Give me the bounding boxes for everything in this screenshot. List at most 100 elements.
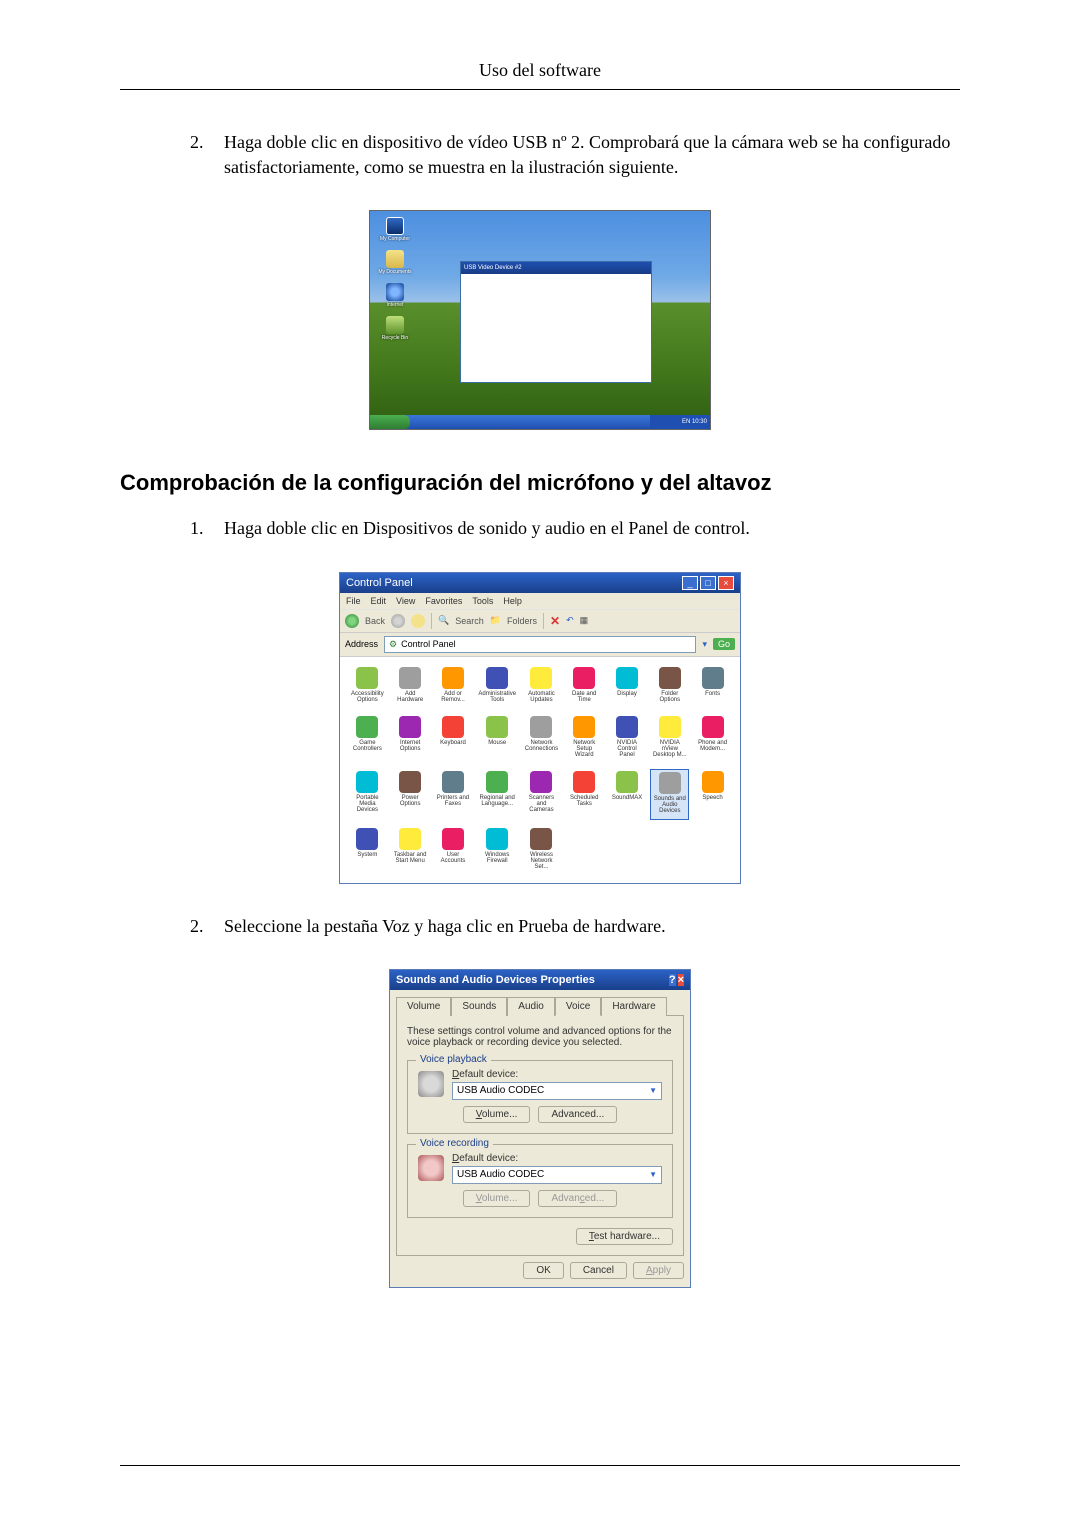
- control-panel-item: SoundMAX: [608, 769, 647, 820]
- control-panel-item-icon: [616, 667, 638, 689]
- recording-default-label: Default device:: [452, 1153, 662, 1164]
- control-panel-item-label: Power Options: [393, 795, 428, 807]
- control-panel-item-icon: [702, 771, 724, 793]
- desktop-icon-recycle: Recycle Bin: [375, 316, 415, 341]
- control-panel-item: User Accounts: [434, 826, 473, 875]
- folder-icon: [386, 250, 404, 268]
- figure-xp-desktop: My Computer My Documents Internet Recycl…: [120, 210, 960, 430]
- close-icon: ×: [678, 974, 684, 986]
- playback-device-value: USB Audio CODEC: [457, 1085, 544, 1096]
- speaker-icon: [418, 1071, 444, 1097]
- control-panel-item: Game Controllers: [348, 714, 387, 763]
- start-button: [370, 415, 410, 429]
- sounds-dialog-title: Sounds and Audio Devices Properties: [396, 974, 595, 986]
- address-field: ⚙ Control Panel: [384, 636, 696, 653]
- control-panel-item-label: Speech: [702, 795, 722, 801]
- control-panel-item: Administrative Tools: [476, 665, 518, 708]
- dropdown-icon: ▾: [702, 639, 707, 650]
- control-panel-item: Speech: [693, 769, 732, 820]
- sounds-dialog-tabs: Volume Sounds Audio Voice Hardware: [390, 990, 690, 1015]
- control-panel-item: Network Connections: [522, 714, 561, 763]
- control-panel-item: NVIDIA nView Desktop M...: [650, 714, 689, 763]
- recording-volume-button[interactable]: Volume...: [463, 1190, 531, 1207]
- microphone-icon: [418, 1155, 444, 1181]
- recording-device-value: USB Audio CODEC: [457, 1169, 544, 1180]
- control-panel-item-icon: [530, 771, 552, 793]
- xp-window-title: USB Video Device #2: [461, 262, 651, 274]
- control-panel-item-label: Game Controllers: [350, 740, 385, 752]
- control-panel-item-icon: [530, 828, 552, 850]
- control-panel-item: Printers and Faxes: [434, 769, 473, 820]
- xp-properties-window: USB Video Device #2: [460, 261, 652, 383]
- desktop-icon-my-computer: My Computer: [375, 217, 415, 242]
- control-panel-item-icon: [530, 716, 552, 738]
- tab-voice[interactable]: Voice: [555, 997, 601, 1016]
- step-list-3: 2. Seleccione la pestaña Voz y haga clic…: [120, 914, 960, 939]
- page-title: Uso del software: [479, 60, 601, 80]
- tab-audio[interactable]: Audio: [507, 997, 555, 1016]
- control-panel-window: Control Panel _ □ × File Edit View Favor…: [339, 572, 741, 884]
- playback-advanced-button[interactable]: Advanced...: [538, 1106, 617, 1123]
- step-list-1: 2. Haga doble clic en dispositivo de víd…: [120, 130, 960, 180]
- control-panel-item: Date and Time: [565, 665, 604, 708]
- chevron-down-icon: ▼: [649, 1170, 657, 1179]
- control-panel-item-label: Taskbar and Start Menu: [393, 852, 428, 864]
- up-icon: [411, 614, 425, 628]
- tab-volume[interactable]: Volume: [396, 997, 451, 1016]
- step-text: Seleccione la pestaña Voz y haga clic en…: [224, 914, 960, 939]
- control-panel-item-label: Display: [617, 691, 637, 697]
- control-panel-item: Taskbar and Start Menu: [391, 826, 430, 875]
- step-number: 2.: [190, 914, 224, 939]
- sounds-audio-dialog: Sounds and Audio Devices Properties ? × …: [389, 969, 691, 1288]
- tab-sounds[interactable]: Sounds: [451, 997, 507, 1016]
- control-panel-item-label: Internet Options: [393, 740, 428, 752]
- voice-playback-legend: Voice playback: [416, 1054, 491, 1065]
- back-label: Back: [365, 616, 385, 626]
- figure-sounds-dialog: Sounds and Audio Devices Properties ? × …: [120, 969, 960, 1288]
- control-panel-item-label: Fonts: [705, 691, 720, 697]
- control-panel-item-label: Portable Media Devices: [350, 795, 385, 813]
- test-hardware-button[interactable]: Test hardware...: [576, 1228, 673, 1245]
- control-panel-item-icon: [702, 667, 724, 689]
- step-text: Haga doble clic en dispositivo de vídeo …: [224, 130, 960, 180]
- menu-favorites: Favorites: [425, 596, 462, 606]
- playback-device-select[interactable]: USB Audio CODEC ▼: [452, 1082, 662, 1100]
- control-panel-item-icon: [399, 716, 421, 738]
- control-panel-item-icon: [486, 667, 508, 689]
- control-panel-item-label: Network Connections: [524, 740, 559, 752]
- control-panel-item-icon: [530, 667, 552, 689]
- apply-button[interactable]: Apply: [633, 1262, 684, 1279]
- control-panel-item-label: Mouse: [488, 740, 506, 746]
- desktop-icon-my-documents: My Documents: [375, 250, 415, 275]
- control-panel-item-label: Phone and Modem...: [695, 740, 730, 752]
- control-panel-item: Network Setup Wizard: [565, 714, 604, 763]
- voice-recording-legend: Voice recording: [416, 1138, 493, 1149]
- control-panel-item: Automatic Updates: [522, 665, 561, 708]
- control-panel-item-icon: [659, 716, 681, 738]
- recording-advanced-button[interactable]: Advanced...: [538, 1190, 617, 1207]
- cancel-button[interactable]: Cancel: [570, 1262, 627, 1279]
- control-panel-addressbar: Address ⚙ Control Panel ▾ Go: [340, 633, 740, 657]
- menu-view: View: [396, 596, 415, 606]
- step-number: 2.: [190, 130, 224, 180]
- control-panel-item-label: User Accounts: [436, 852, 471, 864]
- control-panel-toolbar: Back 🔍 Search 📁 Folders ✕ ↶ ▦: [340, 610, 740, 633]
- ok-button[interactable]: OK: [523, 1262, 563, 1279]
- control-panel-titlebar: Control Panel _ □ ×: [340, 573, 740, 593]
- recording-device-select[interactable]: USB Audio CODEC ▼: [452, 1166, 662, 1184]
- playback-volume-button[interactable]: Volume...: [463, 1106, 531, 1123]
- control-panel-item: Fonts: [693, 665, 732, 708]
- chevron-down-icon: ▼: [649, 1086, 657, 1095]
- control-panel-item-icon: [616, 771, 638, 793]
- tab-hardware[interactable]: Hardware: [601, 997, 666, 1016]
- folders-label: Folders: [507, 616, 537, 626]
- help-icon: ?: [669, 974, 676, 986]
- control-panel-item: Phone and Modem...: [693, 714, 732, 763]
- control-panel-item: Accessibility Options: [348, 665, 387, 708]
- control-panel-item-label: Wireless Network Set...: [524, 852, 559, 870]
- control-panel-item: System: [348, 826, 387, 875]
- delete-icon: ✕: [550, 614, 560, 628]
- control-panel-item-icon: [702, 716, 724, 738]
- control-panel-item-label: Automatic Updates: [524, 691, 559, 703]
- back-icon: [345, 614, 359, 628]
